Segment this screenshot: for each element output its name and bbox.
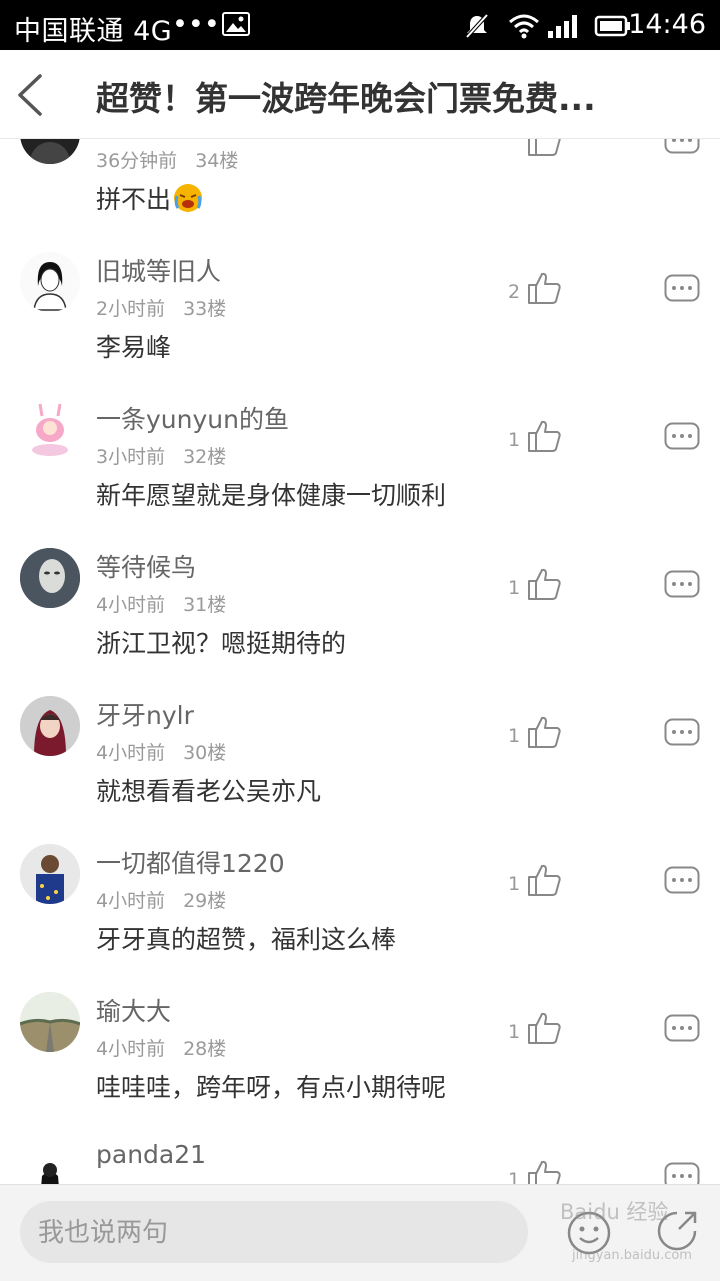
comment-meta: 4小时前 30楼	[96, 742, 227, 764]
thumbs-up-icon[interactable]	[526, 418, 562, 454]
avatar[interactable]	[20, 1140, 80, 1184]
comment-input[interactable]	[36, 1213, 510, 1253]
comment-meta: 2小时前 33楼	[96, 298, 227, 320]
comment-item: panda21 1	[0, 1124, 720, 1184]
avatar[interactable]	[20, 696, 80, 756]
more-icon[interactable]	[664, 1014, 700, 1044]
mute-icon	[465, 13, 489, 39]
avatar[interactable]	[20, 138, 80, 164]
more-icon[interactable]	[664, 1162, 700, 1184]
more-icon[interactable]	[664, 274, 700, 304]
page-title: 超赞！第一波跨年晚会门票免费...	[96, 79, 596, 118]
more-icon[interactable]	[664, 718, 700, 748]
watermark-url: jingyan.baidu.com	[572, 1248, 692, 1263]
thumbs-up-icon[interactable]	[526, 270, 562, 306]
notification-dots: •••	[172, 9, 220, 40]
comment-item: 一切都值得1220 4小时前 29楼 牙牙真的超赞，福利这么棒 1	[0, 828, 720, 978]
image-notification-icon	[222, 12, 250, 36]
thumbs-up-icon[interactable]	[526, 566, 562, 602]
comment-text: 牙牙真的超赞，福利这么棒	[96, 925, 397, 954]
comment-meta: 4小时前 28楼	[96, 1038, 227, 1060]
comment-item: 瑜大大 4小时前 28楼 哇哇哇，跨年呀，有点小期待呢 1	[0, 976, 720, 1126]
more-icon[interactable]	[664, 570, 700, 600]
nav-bar: 超赞！第一波跨年晚会门票免费...	[0, 50, 720, 139]
username[interactable]: 等待候鸟	[96, 548, 196, 584]
comment-meta: 4小时前 31楼	[96, 594, 227, 616]
comment-text: 就想看看老公吴亦凡	[96, 777, 322, 806]
like-count: 1	[508, 577, 521, 599]
avatar[interactable]	[20, 252, 80, 312]
comment-meta: 4小时前 29楼	[96, 890, 227, 912]
comment-list[interactable]: 36分钟前 34楼 拼不出 旧城等旧人 2小时前 33楼 李易峰 2 一条yunyu…	[0, 138, 720, 1184]
thumbs-up-icon[interactable]	[526, 714, 562, 750]
like-count: 1	[508, 1021, 521, 1043]
battery-icon	[594, 15, 630, 37]
status-bar: 中国联通 4G ••• 14:46	[0, 0, 720, 50]
comment-item: 等待候鸟 4小时前 31楼 浙江卫视？嗯挺期待的 1	[0, 532, 720, 682]
comment-item: 36分钟前 34楼 拼不出	[0, 138, 720, 238]
like-count: 1	[508, 873, 521, 895]
username[interactable]: 一切都值得1220	[96, 844, 285, 880]
thumbs-up-icon[interactable]	[526, 1010, 562, 1046]
username[interactable]: panda21	[96, 1140, 206, 1169]
back-arrow-icon[interactable]	[12, 68, 52, 122]
comment-input-wrapper[interactable]	[20, 1201, 528, 1263]
comment-item: 旧城等旧人 2小时前 33楼 李易峰 2	[0, 236, 720, 386]
like-count: 1	[508, 429, 521, 451]
like-count: 1	[508, 1169, 521, 1184]
comment-text: 拼不出	[96, 180, 205, 216]
more-icon[interactable]	[664, 422, 700, 452]
crying-emoji-icon	[174, 184, 203, 212]
comment-item: 牙牙nylr 4小时前 30楼 就想看看老公吴亦凡 1	[0, 680, 720, 830]
comment-meta: 36分钟前 34楼	[96, 150, 239, 172]
more-icon[interactable]	[664, 866, 700, 896]
wifi-icon	[509, 14, 539, 39]
avatar[interactable]	[20, 844, 80, 904]
like-count: 1	[508, 725, 521, 747]
thumbs-up-icon[interactable]	[526, 138, 562, 158]
username[interactable]: 瑜大大	[96, 992, 171, 1028]
thumbs-up-icon[interactable]	[526, 862, 562, 898]
username[interactable]: 牙牙nylr	[96, 696, 194, 732]
watermark-logo: Baidu 经验	[560, 1200, 669, 1224]
comment-item: 一条yunyun的鱼 3小时前 32楼 新年愿望就是身体健康一切顺利 1	[0, 384, 720, 534]
avatar[interactable]	[20, 400, 80, 460]
thumbs-up-icon[interactable]	[526, 1158, 562, 1184]
like-count: 2	[508, 281, 521, 303]
carrier-label: 中国联通 4G	[14, 16, 173, 47]
username[interactable]: 一条yunyun的鱼	[96, 400, 289, 436]
clock: 14:46	[628, 9, 706, 40]
comment-text: 李易峰	[96, 333, 172, 362]
comment-text: 浙江卫视？嗯挺期待的	[96, 629, 347, 658]
more-icon[interactable]	[664, 138, 700, 156]
avatar[interactable]	[20, 548, 80, 608]
comment-meta: 3小时前 32楼	[96, 446, 227, 468]
comment-text: 新年愿望就是身体健康一切顺利	[96, 481, 447, 510]
username[interactable]: 旧城等旧人	[96, 252, 221, 288]
comment-text: 哇哇哇，跨年呀，有点小期待呢	[96, 1073, 447, 1102]
signal-icon	[548, 15, 577, 38]
avatar[interactable]	[20, 992, 80, 1052]
